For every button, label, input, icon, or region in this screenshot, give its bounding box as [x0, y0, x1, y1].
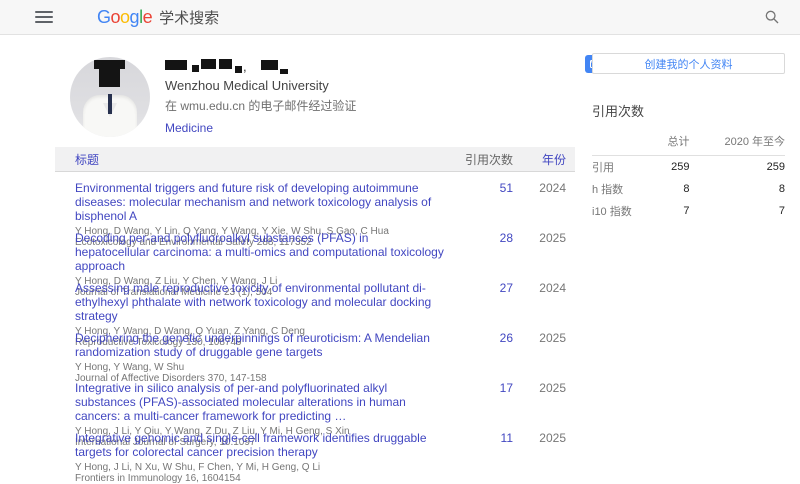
article-title-link[interactable]: Integrative in silico analysis of per-an… [75, 381, 445, 423]
cited-by-count-link[interactable]: 28 [445, 231, 513, 272]
citations-row: h 指数 8 8 [592, 178, 785, 200]
metric-all: 8 [655, 178, 690, 200]
cited-by-count-link[interactable]: 51 [445, 181, 513, 222]
metric-all: 7 [655, 200, 690, 222]
cited-by-count-link[interactable]: 17 [445, 381, 513, 422]
publications-table: 标题 引用次数 年份 Environmental triggers and fu… [55, 147, 575, 472]
article-venue: Frontiers in Immunology 16, 1604154 [75, 473, 445, 484]
top-app-bar: Google 学术搜索 [0, 0, 800, 35]
face-redaction-box [94, 60, 125, 69]
cited-by-count-link[interactable]: 11 [445, 431, 513, 472]
article-title-link[interactable]: Integrative genomic and single-cell fram… [75, 431, 445, 459]
citations-panel: 引用次数 总计 2020 年至今 引用 259 259 h 指数 8 8 [592, 101, 785, 222]
article-year: 2025 [513, 431, 568, 472]
product-name: 学术搜索 [159, 7, 219, 28]
google-scholar-logo[interactable]: Google 学术搜索 [97, 7, 219, 28]
citations-table: 总计 2020 年至今 引用 259 259 h 指数 8 8 i10 指数 7 [592, 130, 785, 222]
cited-by-count-link[interactable]: 27 [445, 281, 513, 322]
article-year: 2025 [513, 231, 568, 272]
article-authors: Y Hong, J Li, N Xu, W Shu, F Chen, Y Mi,… [75, 462, 445, 473]
article-year: 2025 [513, 331, 568, 372]
right-sidebar: 创建我的个人资料 引用次数 总计 2020 年至今 引用 259 259 h 指… [592, 53, 785, 222]
search-icon[interactable] [762, 7, 782, 27]
metric-since: 7 [689, 200, 785, 222]
metric-all: 259 [655, 156, 690, 179]
avatar[interactable] [70, 57, 150, 137]
citations-col-since: 2020 年至今 [689, 130, 785, 156]
article-row: Environmental triggers and future risk o… [55, 172, 575, 222]
sort-by-title[interactable]: 标题 [55, 151, 445, 168]
article-title-link[interactable]: Decoding per-and polyfluoroalkyl substan… [75, 231, 445, 273]
hamburger-menu-icon[interactable] [35, 11, 53, 23]
article-year: 2024 [513, 281, 568, 322]
metric-since: 8 [689, 178, 785, 200]
article-year: 2024 [513, 181, 568, 222]
cited-by-count-link[interactable]: 26 [445, 331, 513, 372]
affiliation: Wenzhou Medical University [165, 78, 570, 93]
article-title-link[interactable]: Deciphering the genetic underpinnings of… [75, 331, 445, 359]
metric-label: i10 指数 [592, 200, 655, 222]
metric-since: 259 [689, 156, 785, 179]
citations-col-all: 总计 [655, 130, 690, 156]
citations-title[interactable]: 引用次数 [592, 101, 785, 120]
publications-header-row: 标题 引用次数 年份 [55, 147, 575, 172]
article-title-link[interactable]: Environmental triggers and future risk o… [75, 181, 445, 223]
article-title-link[interactable]: Assessing male reproductive toxicity of … [75, 281, 445, 323]
citations-row: 引用 259 259 [592, 156, 785, 179]
interest-link-medicine[interactable]: Medicine [165, 121, 213, 135]
metric-label: h 指数 [592, 178, 655, 200]
article-authors: Y Hong, Y Wang, W Shu [75, 362, 445, 373]
sort-by-citations[interactable]: 引用次数 [445, 151, 513, 168]
article-year: 2025 [513, 381, 568, 422]
google-logo: Google [97, 7, 152, 28]
sort-by-year[interactable]: 年份 [513, 151, 568, 168]
profile-section: , Wenzhou Medical University 在 wmu.edu.c… [70, 55, 570, 137]
citations-row: i10 指数 7 7 [592, 200, 785, 222]
profile-name-redacted: , [165, 57, 570, 75]
create-profile-button[interactable]: 创建我的个人资料 [592, 53, 785, 74]
verified-email: 在 wmu.edu.cn 的电子邮件经过验证 [165, 97, 570, 114]
metric-label: 引用 [592, 156, 655, 179]
